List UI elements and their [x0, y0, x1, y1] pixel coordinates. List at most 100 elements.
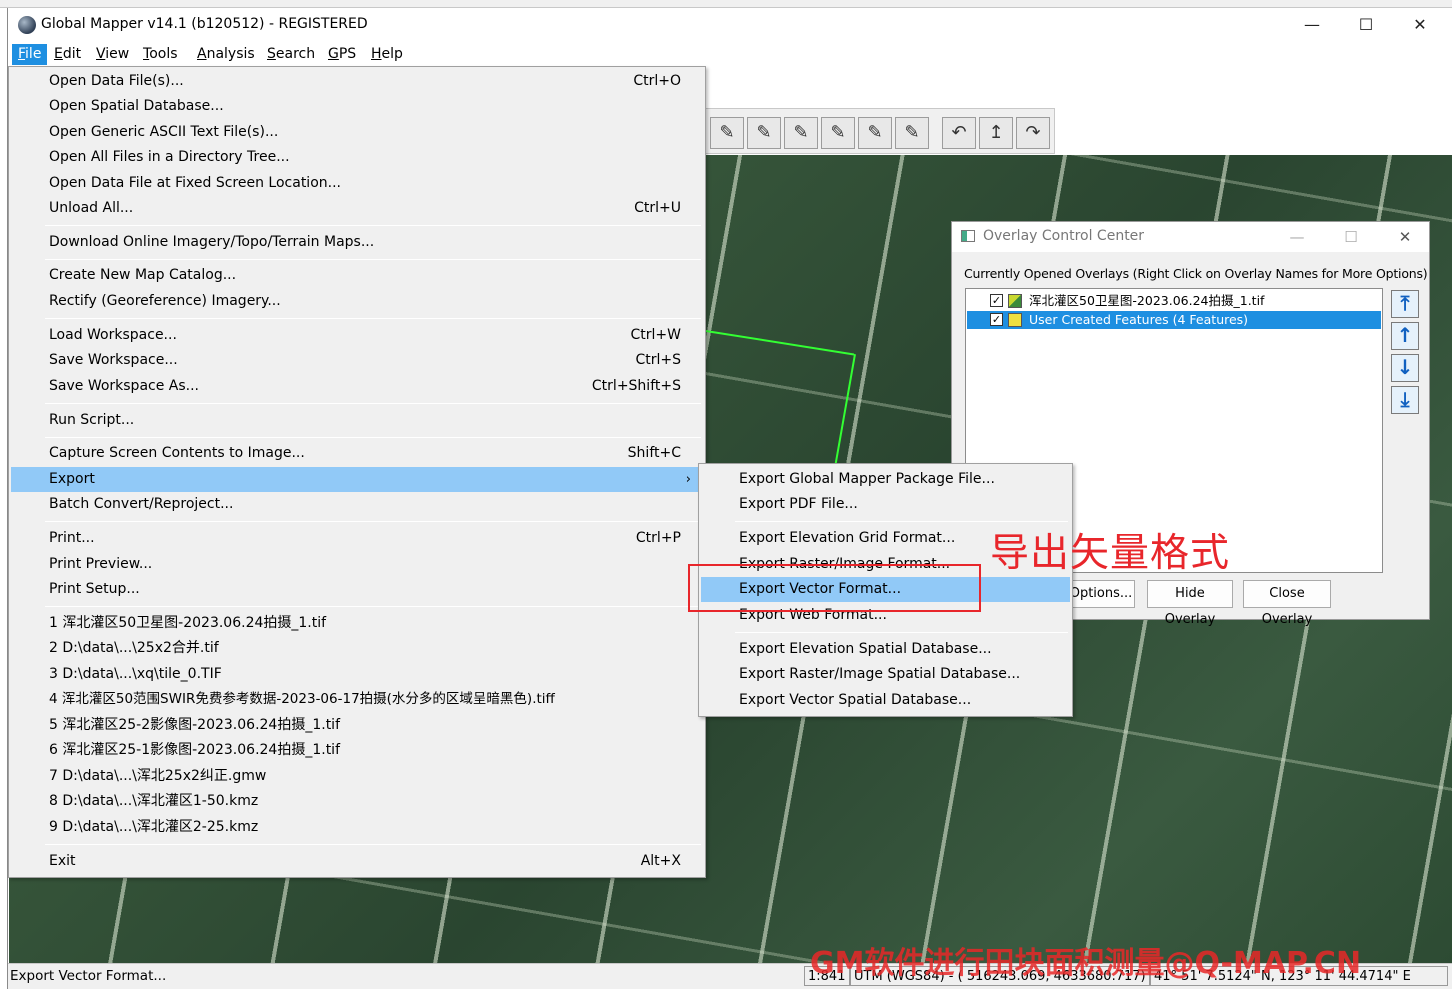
menu-item-capture-screen[interactable]: Capture Screen Contents to Image... Shift…	[11, 441, 703, 466]
menu-item-shortcut: Ctrl+W	[630, 327, 681, 343]
menu-item-recent-file[interactable]: 3 D:\data\...\xq\tile_0.TIF	[11, 662, 703, 687]
feature-boundary-line[interactable]	[833, 354, 856, 471]
menu-item-label: Run Script...	[49, 412, 135, 428]
menu-item-shortcut: Ctrl+U	[634, 200, 681, 216]
menu-item-print-preview[interactable]: Print Preview...	[11, 552, 703, 577]
menu-item-label: Print...	[49, 530, 95, 546]
menu-item-recent-file[interactable]: 8 D:\data\...\浑北灌区1-50.kmz	[11, 789, 703, 814]
edit-tool-icon[interactable]: ✎	[784, 117, 818, 149]
hide-overlay-button[interactable]: Hide Overlay	[1147, 580, 1233, 627]
menu-analysis[interactable]: Analysis	[191, 44, 261, 65]
overlay-row[interactable]: ✓ User Created Features (4 Features)	[967, 311, 1381, 329]
menu-file[interactable]: File	[12, 44, 48, 65]
menu-item-recent-file[interactable]: 4 浑北灌区50范围SWIR免费参考数据-2023-06-17拍摄(水分多的区域…	[11, 687, 703, 712]
redo-icon[interactable]: ↷	[1016, 117, 1050, 149]
move-up-icon[interactable]: ↑	[1391, 322, 1419, 350]
move-to-bottom-icon[interactable]: ⤓	[1391, 386, 1419, 414]
menu-item-exit[interactable]: Exit Alt+X	[11, 849, 703, 874]
menu-item-export-raster-db[interactable]: Export Raster/Image Spatial Database...	[701, 662, 1070, 687]
menu-item-open-directory-tree[interactable]: Open All Files in a Directory Tree...	[11, 145, 703, 170]
menu-item-label: Print Setup...	[49, 581, 140, 597]
edit-tool-icon[interactable]: ✎	[821, 117, 855, 149]
menu-item-label: Rectify (Georeference) Imagery...	[49, 293, 281, 309]
menu-search[interactable]: Search	[261, 44, 321, 65]
menu-item-export[interactable]: Export ›	[11, 467, 703, 492]
menu-item-recent-file[interactable]: 2 D:\data\...\25x2合并.tif	[11, 636, 703, 661]
menu-item-label: Export Global Mapper Package File...	[739, 471, 995, 487]
vector-layer-icon	[1008, 313, 1022, 327]
close-button[interactable]: ✕	[1397, 12, 1443, 38]
menu-item-label: Open All Files in a Directory Tree...	[49, 149, 290, 165]
menu-item-batch-convert[interactable]: Batch Convert/Reproject...	[11, 492, 703, 517]
menu-gps[interactable]: GPS	[322, 44, 362, 65]
menu-item-export-elevation-db[interactable]: Export Elevation Spatial Database...	[701, 637, 1070, 662]
menu-item-recent-file[interactable]: 1 浑北灌区50卫星图-2023.06.24拍摄_1.tif	[11, 611, 703, 636]
menu-edit[interactable]: Edit	[48, 44, 87, 65]
menu-item-open-ascii[interactable]: Open Generic ASCII Text File(s)...	[11, 120, 703, 145]
menu-item-create-map-catalog[interactable]: Create New Map Catalog...	[11, 263, 703, 288]
edit-tool-icon[interactable]: ✎	[895, 117, 929, 149]
edit-tool-icon[interactable]: ✎	[858, 117, 892, 149]
menu-separator	[735, 632, 1068, 633]
menu-item-export-vector-db[interactable]: Export Vector Spatial Database...	[701, 688, 1070, 713]
title-bar: Global Mapper v14.1 (b120512) - REGISTER…	[8, 8, 1452, 42]
menu-item-print-setup[interactable]: Print Setup...	[11, 577, 703, 602]
menu-tools[interactable]: Tools	[137, 44, 184, 65]
menu-item-unload-all[interactable]: Unload All... Ctrl+U	[11, 196, 703, 221]
menu-item-download-online-imagery[interactable]: Download Online Imagery/Topo/Terrain Map…	[11, 230, 703, 255]
menu-item-load-workspace[interactable]: Load Workspace... Ctrl+W	[11, 323, 703, 348]
menu-item-label: 2 D:\data\...\25x2合并.tif	[49, 640, 219, 656]
menu-item-save-workspace[interactable]: Save Workspace... Ctrl+S	[11, 348, 703, 373]
occ-minimize-button[interactable]: —	[1277, 225, 1317, 249]
menu-item-label: 7 D:\data\...\浑北25x2纠正.gmw	[49, 768, 267, 784]
overlay-checkbox[interactable]: ✓	[990, 313, 1003, 326]
background-window-strip	[0, 0, 1452, 8]
menu-item-print[interactable]: Print... Ctrl+P	[11, 526, 703, 551]
menu-item-shortcut: Ctrl+P	[635, 530, 681, 546]
chevron-right-icon: ›	[685, 472, 691, 487]
menu-item-save-workspace-as[interactable]: Save Workspace As... Ctrl+Shift+S	[11, 374, 703, 399]
menu-view[interactable]: View	[90, 44, 135, 65]
menu-item-label: Print Preview...	[49, 556, 153, 572]
menu-item-label: 4 浑北灌区50范围SWIR免费参考数据-2023-06-17拍摄(水分多的区域…	[49, 691, 555, 707]
menu-item-recent-file[interactable]: 9 D:\data\...\浑北灌区2-25.kmz	[11, 815, 703, 840]
overlay-name: 浑北灌区50卫星图-2023.06.24拍摄_1.tif	[1029, 293, 1265, 308]
menu-item-export-pdf[interactable]: Export PDF File...	[701, 492, 1070, 517]
menu-item-label: Export Vector Spatial Database...	[739, 692, 972, 708]
menu-item-label: Export Elevation Spatial Database...	[739, 641, 992, 657]
menu-item-label: Unload All...	[49, 200, 134, 216]
globe-icon	[18, 16, 36, 34]
undo-icon[interactable]: ↶	[942, 117, 976, 149]
edit-tool-icon[interactable]: ✎	[747, 117, 781, 149]
menu-item-export-package[interactable]: Export Global Mapper Package File...	[701, 467, 1070, 492]
menu-item-open-spatial-database[interactable]: Open Spatial Database...	[11, 94, 703, 119]
menu-item-recent-file[interactable]: 7 D:\data\...\浑北25x2纠正.gmw	[11, 764, 703, 789]
overlay-checkbox[interactable]: ✓	[990, 294, 1003, 307]
menu-item-rectify-imagery[interactable]: Rectify (Georeference) Imagery...	[11, 289, 703, 314]
menu-item-recent-file[interactable]: 5 浑北灌区25-2影像图-2023.06.24拍摄_1.tif	[11, 713, 703, 738]
occ-close-button[interactable]: ✕	[1385, 225, 1425, 249]
feature-boundary-line[interactable]	[705, 330, 855, 356]
occ-maximize-button[interactable]: ☐	[1331, 225, 1371, 249]
options-button[interactable]: Options...	[1067, 580, 1135, 608]
move-to-top-icon[interactable]: ⤒	[1391, 290, 1419, 318]
move-down-icon[interactable]: ↓	[1391, 354, 1419, 382]
menu-separator	[45, 844, 701, 845]
menu-item-label: 5 浑北灌区25-2影像图-2023.06.24拍摄_1.tif	[49, 717, 341, 733]
menu-item-recent-file[interactable]: 6 浑北灌区25-1影像图-2023.06.24拍摄_1.tif	[11, 738, 703, 763]
menu-separator	[45, 606, 701, 607]
menu-item-run-script[interactable]: Run Script...	[11, 408, 703, 433]
menu-item-label: 9 D:\data\...\浑北灌区2-25.kmz	[49, 819, 259, 835]
move-up-icon[interactable]: ↥	[979, 117, 1013, 149]
menu-item-open-fixed-location[interactable]: Open Data File at Fixed Screen Location.…	[11, 171, 703, 196]
menu-item-label: 8 D:\data\...\浑北灌区1-50.kmz	[49, 793, 259, 809]
overlay-row[interactable]: ✓ 浑北灌区50卫星图-2023.06.24拍摄_1.tif	[967, 292, 1381, 310]
menu-separator	[45, 225, 701, 226]
menu-item-open-data-files[interactable]: Open Data File(s)... Ctrl+O	[11, 69, 703, 94]
maximize-button[interactable]: ☐	[1343, 12, 1389, 38]
overlay-name: User Created Features (4 Features)	[1029, 312, 1249, 327]
menu-help[interactable]: Help	[365, 44, 409, 65]
close-overlay-button[interactable]: Close Overlay	[1243, 580, 1331, 627]
edit-tool-icon[interactable]: ✎	[710, 117, 744, 149]
minimize-button[interactable]: —	[1289, 12, 1335, 38]
